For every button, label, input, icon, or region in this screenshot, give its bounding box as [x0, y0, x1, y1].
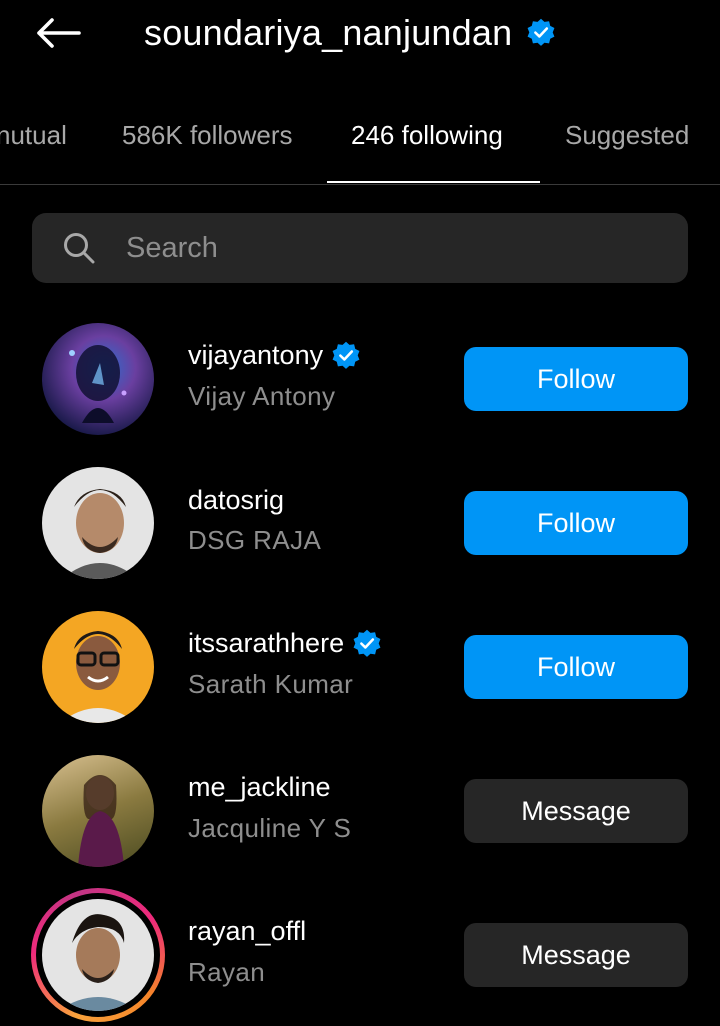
- list-item[interactable]: rayan_offl Rayan Message: [0, 888, 720, 1026]
- follow-button[interactable]: Follow: [464, 635, 688, 699]
- full-name: DSG RAJA: [188, 525, 322, 555]
- active-tab-indicator: [327, 181, 540, 183]
- username: rayan_offl: [188, 916, 307, 946]
- username: vijayantony: [188, 340, 324, 370]
- search-bar[interactable]: [32, 213, 688, 283]
- message-button[interactable]: Message: [464, 923, 688, 987]
- avatar[interactable]: [42, 755, 154, 867]
- search-input[interactable]: [124, 230, 628, 266]
- username: me_jackline: [188, 772, 331, 802]
- username: itssarathhere: [188, 628, 345, 658]
- full-name: Vijay Antony: [188, 381, 336, 411]
- list-item[interactable]: me_jackline Jacquline Y S Message: [0, 0, 720, 867]
- message-button[interactable]: Message: [464, 779, 688, 843]
- avatar[interactable]: [42, 323, 154, 435]
- user-name-line: datosrig: [188, 485, 284, 516]
- user-name-line: rayan_offl: [188, 916, 306, 947]
- avatar[interactable]: [42, 467, 154, 579]
- avatar[interactable]: [42, 899, 154, 1011]
- verified-badge-icon: [352, 629, 382, 659]
- full-name: Sarath Kumar: [188, 669, 354, 699]
- search-icon: [62, 231, 96, 265]
- follow-button[interactable]: Follow: [464, 347, 688, 411]
- story-ring[interactable]: [31, 888, 165, 1022]
- user-name-line: itssarathhere: [188, 628, 382, 659]
- full-name: Jacquline Y S: [188, 813, 352, 843]
- username: datosrig: [188, 485, 285, 515]
- verified-badge-icon: [331, 341, 361, 371]
- avatar[interactable]: [42, 611, 154, 723]
- user-name-line: me_jackline: [188, 772, 331, 803]
- follow-button[interactable]: Follow: [464, 491, 688, 555]
- user-name-line: vijayantony: [188, 340, 361, 371]
- full-name: Rayan: [188, 957, 266, 987]
